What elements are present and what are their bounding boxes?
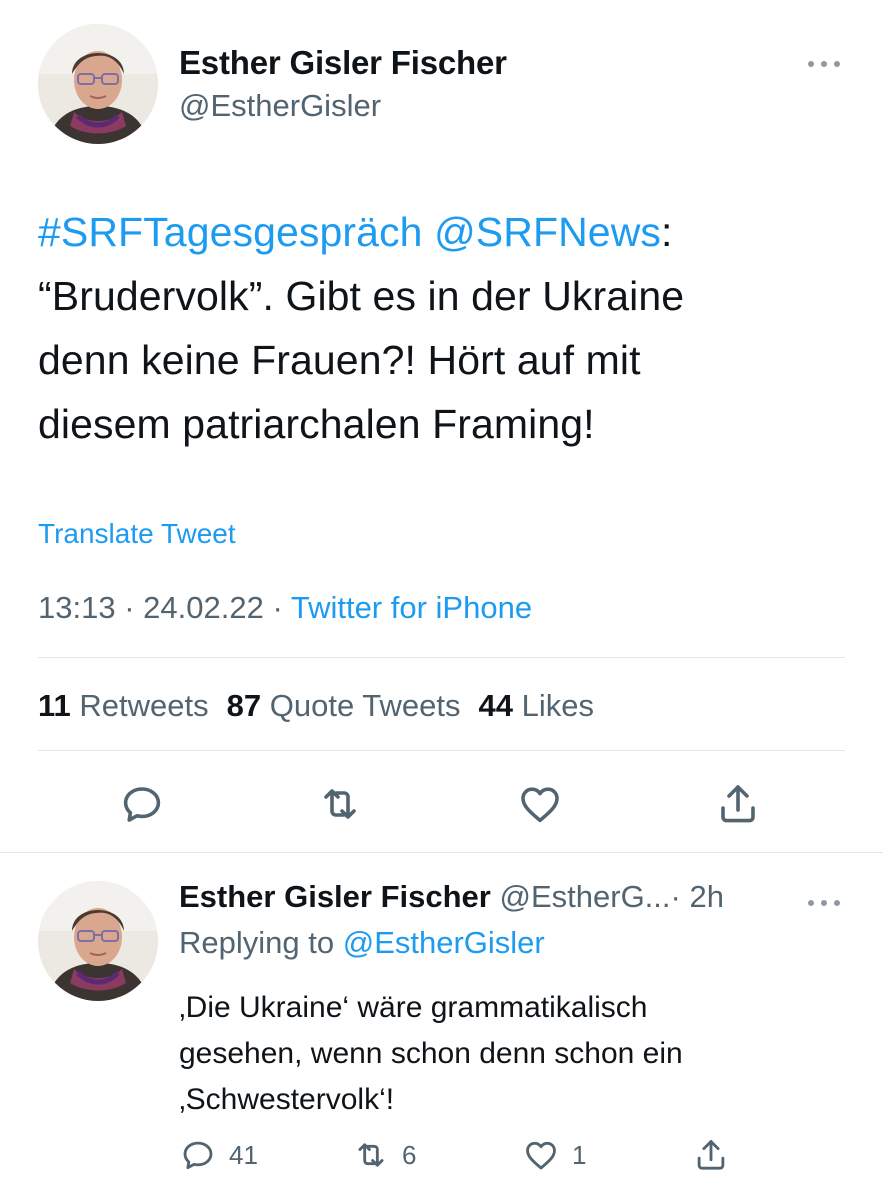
tweet-stats: 11 Retweets 87 Quote Tweets 44 Likes — [38, 688, 594, 724]
like-count: 1 — [572, 1139, 587, 1170]
retweet-icon — [358, 1143, 384, 1167]
replying-prefix: Replying to — [179, 925, 335, 960]
quotes-stat[interactable]: 87 Quote Tweets — [227, 688, 461, 723]
more-options-icon[interactable] — [806, 58, 842, 70]
retweets-label: Retweets — [79, 688, 209, 723]
divider — [38, 657, 845, 658]
avatar-photo — [38, 881, 158, 1001]
author-handle[interactable]: @EstherGisler — [179, 88, 381, 124]
share-icon — [697, 1140, 725, 1170]
meta-separator: · — [272, 590, 283, 625]
reply-author-handle[interactable]: @EstherG... — [500, 879, 671, 914]
retweet-button[interactable]: 6 — [352, 1135, 416, 1175]
reply-button[interactable]: 41 — [179, 1135, 258, 1175]
reply-header: Esther Gisler Fischer @EstherG...· 2h — [179, 879, 724, 915]
quotes-label: Quote Tweets — [269, 688, 461, 723]
replying-to-link[interactable]: @EstherGisler — [343, 925, 545, 960]
reply-author-name[interactable]: Esther Gisler Fischer — [179, 879, 491, 914]
likes-count: 44 — [478, 688, 513, 723]
more-options-icon[interactable] — [806, 897, 842, 909]
tweet-colon: : — [661, 209, 673, 255]
retweet-icon[interactable] — [316, 780, 364, 828]
tweet-meta: 13:13 · 24.02.22 · Twitter for iPhone — [38, 590, 532, 626]
divider — [38, 750, 845, 751]
quotes-count: 87 — [226, 688, 262, 723]
reply-tweet[interactable]: Esther Gisler Fischer @EstherG...· 2h Re… — [0, 853, 883, 1200]
reply-text: ‚Die Ukraine‘ wäre grammatikalisch geseh… — [179, 991, 683, 1116]
tweet-date[interactable]: 24.02.22 — [143, 590, 264, 625]
avatar-photo — [38, 24, 158, 144]
like-icon[interactable] — [516, 780, 564, 828]
replying-to: Replying to @EstherGisler — [179, 925, 545, 961]
avatar[interactable] — [38, 881, 158, 1001]
reply-count: 41 — [229, 1139, 258, 1170]
tweet-page: Esther Gisler Fischer @EstherGisler #SRF… — [0, 0, 883, 1200]
reply-icon — [183, 1141, 213, 1170]
retweet-count: 6 — [402, 1139, 417, 1170]
share-button[interactable] — [692, 1135, 730, 1175]
tweet-source[interactable]: Twitter for iPhone — [291, 590, 532, 625]
likes-stat[interactable]: 44 Likes — [478, 688, 593, 723]
tweet-time[interactable]: 13:13 — [38, 590, 116, 625]
avatar[interactable] — [38, 24, 158, 144]
like-button[interactable]: 1 — [522, 1135, 586, 1175]
retweets-count: 11 — [38, 688, 71, 723]
reply-icon[interactable] — [118, 780, 166, 828]
translate-tweet-link[interactable]: Translate Tweet — [38, 518, 236, 550]
tweet-text: #SRFTagesgespräch @SRFNews: “Brudervolk”… — [38, 200, 858, 456]
like-icon — [526, 1141, 556, 1170]
main-tweet: Esther Gisler Fischer @EstherGisler #SRF… — [0, 0, 883, 852]
likes-label: Likes — [521, 688, 594, 723]
share-icon[interactable] — [714, 780, 762, 828]
retweets-stat[interactable]: 11 Retweets — [38, 688, 209, 723]
tweet-body: “Brudervolk”. Gibt es in der Ukraine den… — [38, 273, 685, 447]
hashtag-link[interactable]: #SRFTagesgespräch — [38, 209, 423, 255]
reply-time[interactable]: · 2h — [671, 879, 724, 914]
meta-separator: · — [124, 590, 135, 625]
author-name[interactable]: Esther Gisler Fischer — [179, 44, 507, 82]
mention-link[interactable]: @SRFNews — [434, 209, 661, 255]
